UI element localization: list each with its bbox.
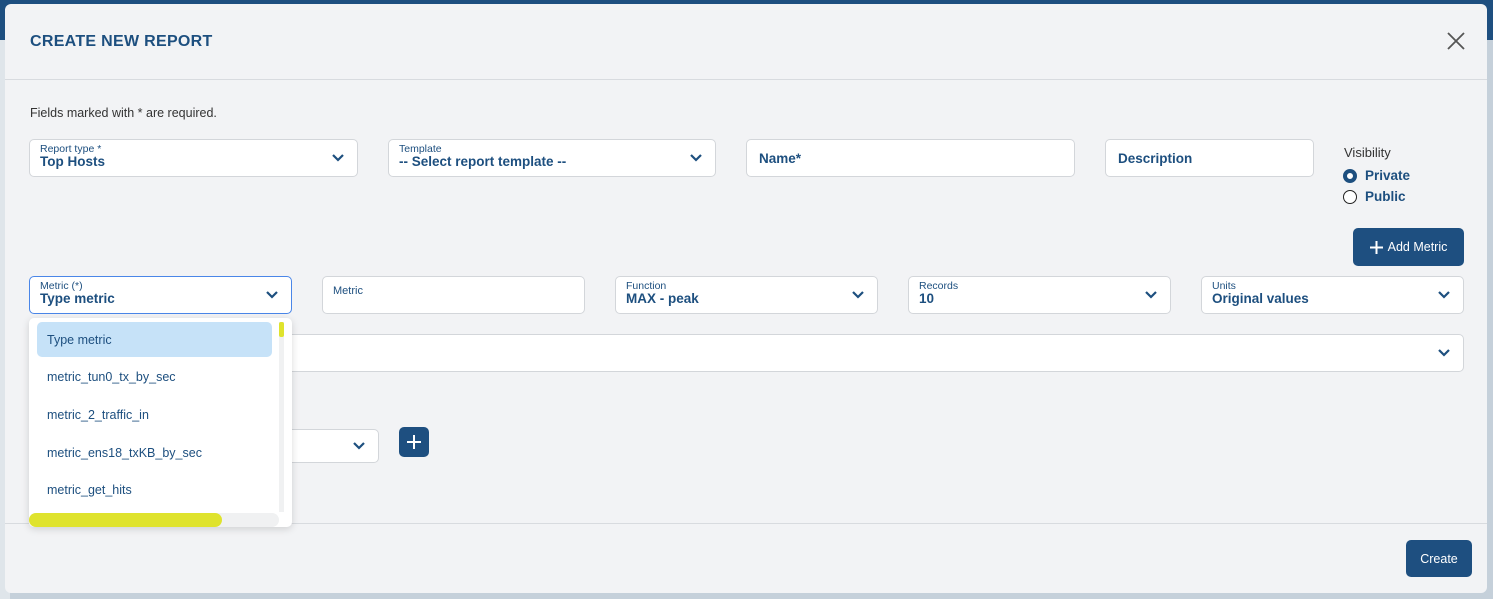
plus-icon	[407, 435, 421, 449]
modal-title: CREATE NEW REPORT	[30, 33, 213, 50]
vertical-scrollbar[interactable]	[279, 322, 284, 512]
close-icon[interactable]	[1445, 30, 1467, 52]
add-row-button[interactable]	[399, 427, 429, 457]
radio-checked-icon	[1343, 168, 1357, 183]
function-value: MAX - peak	[626, 291, 699, 306]
add-metric-label: Add Metric	[1387, 240, 1448, 254]
metric-select[interactable]: Metric (*) Type metric	[29, 276, 292, 314]
visibility-label: Visibility	[1344, 145, 1391, 160]
records-value: 10	[919, 291, 935, 306]
metric-select-value: Type metric	[40, 291, 115, 306]
report-type-select[interactable]: Report type * Top Hosts	[29, 139, 358, 177]
template-value: -- Select report template --	[399, 154, 567, 169]
add-metric-button[interactable]: Add Metric	[1353, 228, 1464, 266]
private-label: Private	[1365, 168, 1411, 183]
units-value: Original values	[1212, 291, 1309, 306]
chevron-down-icon	[266, 291, 278, 299]
chevron-down-icon	[1438, 291, 1450, 299]
dropdown-option[interactable]: metric_get_hits	[37, 472, 272, 507]
dropdown-option[interactable]: metric_ens18_txKB_by_sec	[37, 435, 272, 470]
chevron-down-icon	[1145, 291, 1157, 299]
chevron-down-icon	[332, 154, 344, 162]
chevron-down-icon	[353, 442, 365, 450]
create-button[interactable]: Create	[1406, 540, 1472, 577]
public-label: Public	[1365, 189, 1406, 204]
create-label: Create	[1420, 551, 1458, 566]
name-placeholder: Name*	[759, 151, 802, 166]
records-select[interactable]: Records 10	[908, 276, 1171, 314]
plus-icon	[1369, 240, 1383, 254]
dropdown-option[interactable]: Type metric	[37, 322, 272, 357]
required-note: Fields marked with * are required.	[30, 106, 217, 120]
description-placeholder: Description	[1118, 151, 1193, 166]
horizontal-scroll-thumb[interactable]	[29, 513, 222, 527]
chevron-down-icon	[1438, 349, 1450, 357]
metric-input[interactable]: Metric	[322, 276, 585, 314]
visibility-private-radio[interactable]: Private	[1343, 168, 1410, 183]
chevron-down-icon	[852, 291, 864, 299]
header-divider	[5, 79, 1487, 80]
visibility-public-radio[interactable]: Public	[1343, 189, 1406, 204]
dropdown-option[interactable]: metric_tun0_tx_by_sec	[37, 359, 272, 394]
metric-input-label: Metric	[333, 285, 363, 297]
units-select[interactable]: Units Original values	[1201, 276, 1464, 314]
report-type-value: Top Hosts	[40, 154, 105, 169]
horizontal-scrollbar[interactable]	[29, 513, 279, 527]
description-textarea[interactable]: Description	[1105, 139, 1314, 177]
radio-unchecked-icon	[1343, 189, 1357, 204]
metric-dropdown-list: Type metric metric_tun0_tx_by_sec metric…	[29, 318, 292, 527]
dropdown-option[interactable]: metric_2_traffic_in	[37, 397, 272, 432]
chevron-down-icon	[690, 154, 702, 162]
name-input[interactable]: Name*	[746, 139, 1075, 177]
template-select[interactable]: Template -- Select report template --	[388, 139, 716, 177]
vertical-scroll-thumb[interactable]	[279, 322, 284, 337]
function-select[interactable]: Function MAX - peak	[615, 276, 878, 314]
